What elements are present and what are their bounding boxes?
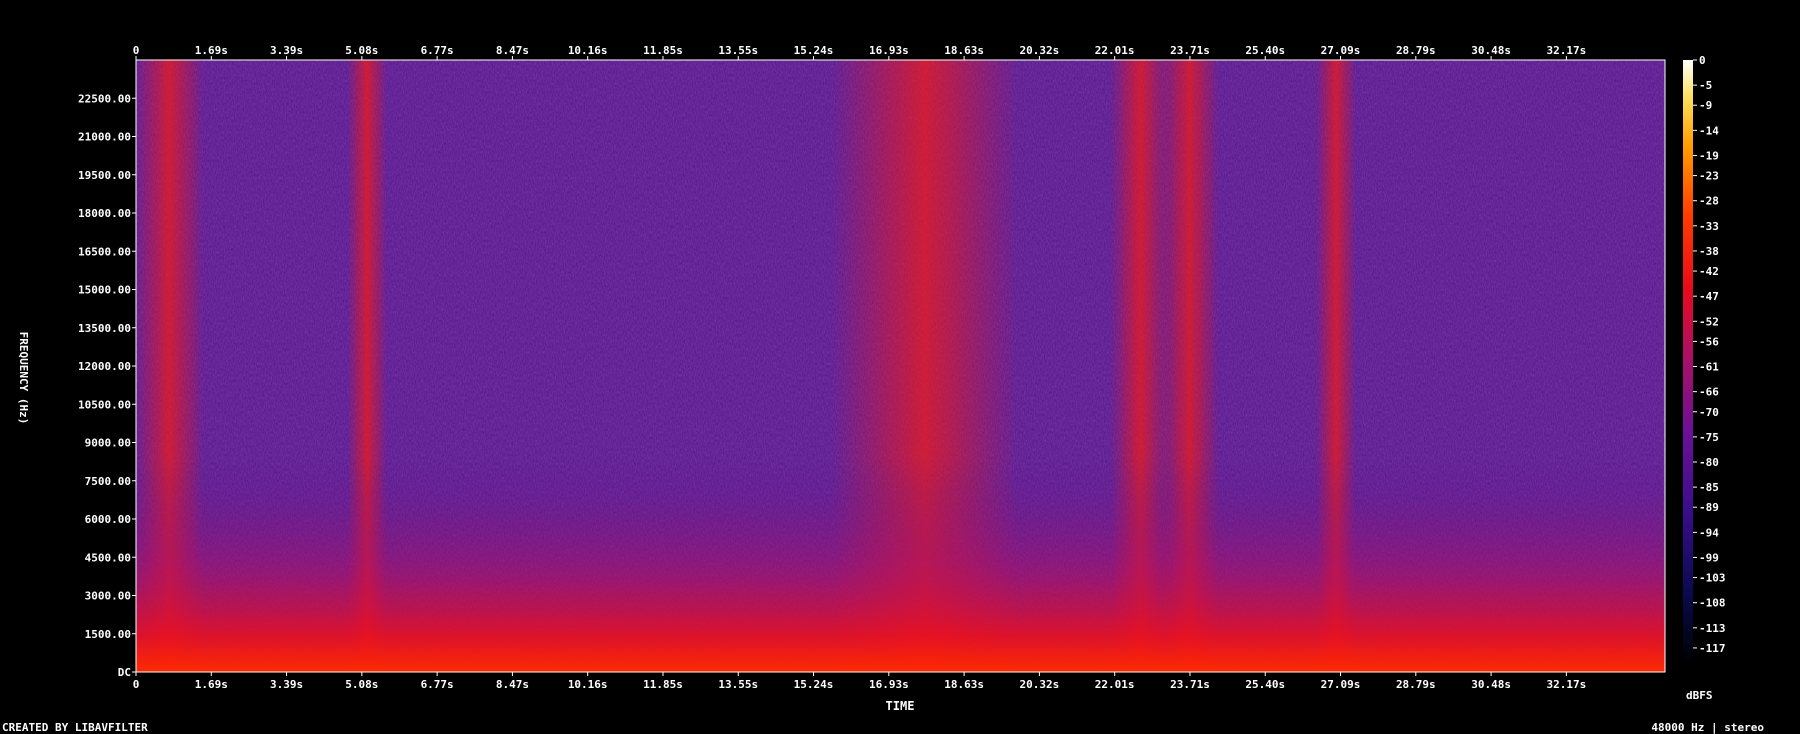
colorbar-unit: dBFS xyxy=(1686,689,1713,702)
colorbar-tick-label: -19 xyxy=(1699,149,1719,162)
colorbar-tick-label: -33 xyxy=(1699,220,1719,233)
x-axis-title: TIME xyxy=(886,699,915,713)
x-tick-label: 15.24s xyxy=(794,44,834,57)
colorbar-tick-label: -75 xyxy=(1699,431,1719,444)
y-tick-label: 19500.00 xyxy=(78,169,131,182)
x-tick-label: 30.48s xyxy=(1471,44,1511,57)
x-tick-label: 5.08s xyxy=(345,44,378,57)
colorbar-tick-label: -52 xyxy=(1699,315,1719,328)
x-tick-label: 8.47s xyxy=(496,678,529,691)
colorbar-tick-label: -94 xyxy=(1699,526,1719,539)
y-tick-label: 4500.00 xyxy=(85,551,131,564)
footer-created-by: CREATED BY LIBAVFILTER xyxy=(2,721,148,734)
x-tick-label: 25.40s xyxy=(1245,678,1285,691)
colorbar-tick-label: -70 xyxy=(1699,406,1719,419)
colorbar-tick-label: -85 xyxy=(1699,481,1719,494)
y-tick-label: 6000.00 xyxy=(85,513,131,526)
x-tick-label: 0 xyxy=(133,678,140,691)
footer-format: 48000 Hz | stereo xyxy=(1651,721,1764,734)
x-axis-bottom: 0 1.69s 3.39s 5.08s 6.77s 8.47s 10.16s 11.85s 13… xyxy=(133,672,1587,691)
colorbar-tick-label: -80 xyxy=(1699,456,1719,469)
y-tick-label: 12000.00 xyxy=(78,360,131,373)
x-tick-label: 1.69s xyxy=(195,678,228,691)
y-tick-label: 9000.00 xyxy=(85,437,131,450)
colorbar-tick-label: -108 xyxy=(1699,597,1726,610)
colorbar-tick-label: -66 xyxy=(1699,386,1719,399)
x-axis-top: 0 1.69s 3.39s 5.08s 6.77s 8.47s 10.16s 11.85s 13… xyxy=(133,44,1587,60)
x-tick-label: 28.79s xyxy=(1396,44,1436,57)
x-tick-label: 32.17s xyxy=(1547,678,1587,691)
colorbar-tick-label: -9 xyxy=(1699,99,1712,112)
x-tick-label: 18.63s xyxy=(944,44,984,57)
colorbar-tick-label: -56 xyxy=(1699,335,1719,348)
y-tick-label: 10500.00 xyxy=(78,398,131,411)
x-tick-label: 13.55s xyxy=(718,44,758,57)
x-tick-label: 27.09s xyxy=(1321,678,1361,691)
colorbar-tick-label: -117 xyxy=(1699,642,1726,655)
y-tick-label: 15000.00 xyxy=(78,284,131,297)
colorbar-tick-label: -42 xyxy=(1699,265,1719,278)
x-tick-label: 5.08s xyxy=(345,678,378,691)
x-tick-label: 16.93s xyxy=(869,44,909,57)
x-tick-label: 10.16s xyxy=(568,678,608,691)
y-axis: DC 1500.00 3000.00 4500.00 6000.00 7500.00 900… xyxy=(78,92,136,679)
y-tick-label: DC xyxy=(118,666,131,679)
low-frequency-energy xyxy=(136,60,1665,672)
y-tick-label: 1500.00 xyxy=(85,628,131,641)
plot-area xyxy=(135,59,1666,673)
y-tick-label: 3000.00 xyxy=(85,590,131,603)
x-tick-label: 20.32s xyxy=(1020,44,1060,57)
y-tick-label: 16500.00 xyxy=(78,245,131,258)
x-tick-label: 1.69s xyxy=(195,44,228,57)
x-tick-label: 13.55s xyxy=(718,678,758,691)
colorbar-tick-label: -47 xyxy=(1699,290,1719,303)
x-tick-label: 16.93s xyxy=(869,678,909,691)
y-tick-label: 7500.00 xyxy=(85,475,131,488)
x-tick-label: 0 xyxy=(133,44,140,57)
x-tick-label: 30.48s xyxy=(1471,678,1511,691)
x-tick-label: 22.01s xyxy=(1095,44,1135,57)
x-tick-label: 23.71s xyxy=(1170,678,1210,691)
colorbar-tick-label: 0 xyxy=(1699,54,1706,67)
y-axis-title: FREQUENCY (Hz) xyxy=(17,332,30,425)
colorbar-tick-label: -113 xyxy=(1699,622,1726,635)
spectrogram-chart: 0 1.69s 3.39s 5.08s 6.77s 8.47s 10.16s 11.85s 13… xyxy=(2,44,1764,734)
colorbar-tick-label: -23 xyxy=(1699,170,1719,183)
x-tick-label: 28.79s xyxy=(1396,678,1436,691)
x-tick-label: 3.39s xyxy=(270,678,303,691)
x-tick-label: 3.39s xyxy=(270,44,303,57)
colorbar-tick-label: -89 xyxy=(1699,501,1719,514)
colorbar-tick-label: -61 xyxy=(1699,361,1719,374)
colorbar-gradient xyxy=(1683,60,1693,663)
x-tick-label: 20.32s xyxy=(1020,678,1060,691)
x-tick-label: 10.16s xyxy=(568,44,608,57)
x-tick-label: 18.63s xyxy=(944,678,984,691)
x-tick-label: 11.85s xyxy=(643,678,683,691)
colorbar-tick-label: -14 xyxy=(1699,124,1719,137)
colorbar: 0 -5 -9 -14 -19 -23 -28 -33 -38 -42 -47 -52 -56 -61 -6… xyxy=(1683,54,1726,702)
colorbar-tick-label: -99 xyxy=(1699,551,1719,564)
y-tick-label: 22500.00 xyxy=(78,92,131,105)
colorbar-tick-label: -38 xyxy=(1699,245,1719,258)
x-tick-label: 11.85s xyxy=(643,44,683,57)
x-tick-label: 8.47s xyxy=(496,44,529,57)
colorbar-tick-label: -28 xyxy=(1699,195,1719,208)
x-tick-label: 23.71s xyxy=(1170,44,1210,57)
colorbar-ticks: 0 -5 -9 -14 -19 -23 -28 -33 -38 -42 -47 -52 -56 -61 -6… xyxy=(1693,54,1726,655)
x-tick-label: 22.01s xyxy=(1095,678,1135,691)
y-tick-label: 13500.00 xyxy=(78,322,131,335)
x-tick-label: 15.24s xyxy=(794,678,834,691)
x-tick-label: 27.09s xyxy=(1321,44,1361,57)
y-tick-label: 21000.00 xyxy=(78,131,131,144)
colorbar-tick-label: -5 xyxy=(1699,79,1712,92)
x-tick-label: 6.77s xyxy=(421,44,454,57)
x-tick-label: 25.40s xyxy=(1245,44,1285,57)
y-tick-label: 18000.00 xyxy=(78,207,131,220)
x-tick-label: 6.77s xyxy=(421,678,454,691)
x-tick-label: 32.17s xyxy=(1547,44,1587,57)
colorbar-tick-label: -103 xyxy=(1699,572,1726,585)
